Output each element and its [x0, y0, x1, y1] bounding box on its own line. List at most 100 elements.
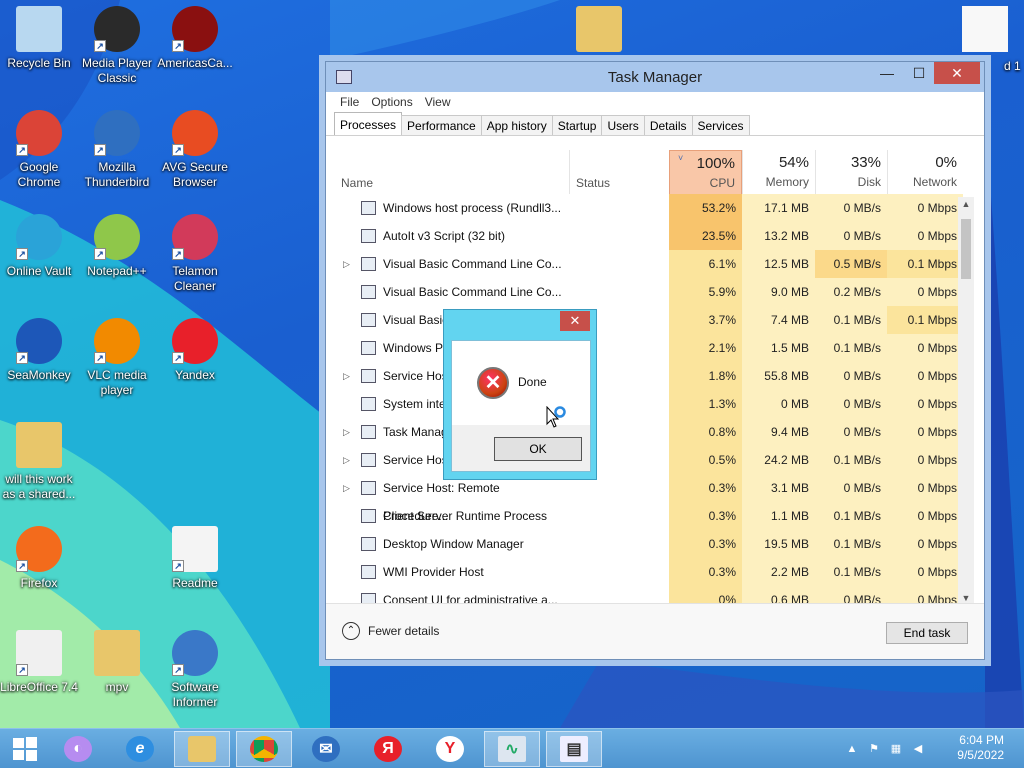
- column-header-network[interactable]: 0% Network: [887, 150, 963, 194]
- desktop-icon-6[interactable]: ↗ Online Vault: [0, 214, 78, 279]
- taskbar-task-manager[interactable]: ∿: [484, 731, 540, 767]
- desktop-icon-13[interactable]: ↗ Firefox: [0, 526, 78, 591]
- process-memory: 17.1 MB: [742, 194, 815, 222]
- desktop-icon-17[interactable]: ↗ Software Informer: [156, 630, 234, 710]
- clock[interactable]: 6:04 PM 9/5/2022: [957, 733, 1004, 763]
- table-row[interactable]: ▷ Service Hos 1.8% 55.8 MB 0 MB/s 0 Mbps: [333, 362, 963, 390]
- dialog-close-button[interactable]: ✕: [560, 311, 590, 331]
- shortcut-arrow-icon: ↗: [172, 248, 184, 260]
- menu-view[interactable]: View: [425, 92, 451, 112]
- desktop-icon-16[interactable]: mpv: [78, 630, 156, 695]
- process-cpu: 1.3%: [669, 390, 742, 418]
- taskbar-alice[interactable]: ◐: [50, 731, 106, 767]
- menu-file[interactable]: File: [340, 92, 359, 112]
- tab-startup[interactable]: Startup: [551, 115, 603, 135]
- table-row[interactable]: Desktop Window Manager 0.3% 19.5 MB 0.1 MB/…: [333, 530, 963, 558]
- network-icon[interactable]: ▦: [888, 741, 904, 757]
- desktop-icon-12[interactable]: will this work as a shared...: [0, 422, 78, 502]
- desktop-icon-8[interactable]: ↗ Telamon Cleaner: [156, 214, 234, 294]
- table-row[interactable]: Visual Basic 3.7% 7.4 MB 0.1 MB/s 0.1 Mbps: [333, 306, 963, 334]
- menu-options[interactable]: Options: [371, 92, 412, 112]
- table-row[interactable]: ▷ Service Hos 0.5% 24.2 MB 0.1 MB/s 0 Mbps: [333, 446, 963, 474]
- taskbar-chrome[interactable]: [236, 731, 292, 767]
- ok-button[interactable]: OK: [494, 437, 582, 461]
- desktop-file-top-right[interactable]: d 1: [946, 6, 1024, 73]
- scroll-up-icon[interactable]: ▲: [958, 199, 974, 209]
- yandex-browser-icon: ↗: [172, 318, 218, 364]
- table-row[interactable]: ▷ Service Host: Remote Procedure... 0.3% 3.…: [333, 474, 963, 523]
- table-row[interactable]: Windows host process (Rundll3... 53.2% 17.…: [333, 194, 963, 222]
- process-network: 0.1 Mbps: [887, 250, 963, 278]
- show-hidden-icons-icon[interactable]: ▲: [844, 741, 860, 757]
- table-row[interactable]: AutoIt v3 Script (32 bit) 23.5% 13.2 MB 0 M…: [333, 222, 963, 250]
- minimize-button[interactable]: —: [872, 62, 902, 84]
- desktop-icon-15[interactable]: ↗ LibreOffice 7.4: [0, 630, 78, 695]
- shortcut-arrow-icon: ↗: [172, 352, 184, 364]
- task-manager-window[interactable]: Task Manager — ☐ ✕ File Options View Proce…: [325, 61, 985, 660]
- process-network: 0 Mbps: [887, 474, 963, 502]
- action-center-flag-icon[interactable]: ⚑: [866, 741, 882, 757]
- table-row[interactable]: WMI Provider Host 0.3% 2.2 MB 0.1 MB/s 0 Mbp…: [333, 558, 963, 586]
- desktop-icon-14[interactable]: ↗ Readme: [156, 526, 234, 591]
- process-network: 0 Mbps: [887, 194, 963, 222]
- taskbar-yandex[interactable]: Y: [422, 731, 478, 767]
- tab-users[interactable]: Users: [601, 115, 645, 135]
- desktop-icon-label: Media Player Classic: [81, 56, 153, 85]
- table-row[interactable]: System inte 1.3% 0 MB 0 MB/s 0 Mbps: [333, 390, 963, 418]
- clock-date: 9/5/2022: [957, 748, 1004, 762]
- taskbar-explorer[interactable]: [174, 731, 230, 767]
- task-manager-titlebar[interactable]: Task Manager — ☐ ✕: [326, 62, 984, 92]
- taskbar-ie[interactable]: e: [112, 731, 168, 767]
- start-button[interactable]: [0, 731, 50, 767]
- table-row[interactable]: Visual Basic Command Line Co... 5.9% 9.0 M…: [333, 278, 963, 306]
- taskbar-yandex-browser[interactable]: Я: [360, 731, 416, 767]
- tab-services[interactable]: Services: [691, 115, 750, 135]
- tab-app-history[interactable]: App history: [480, 115, 553, 135]
- tab-details[interactable]: Details: [643, 115, 693, 135]
- scrollbar-thumb[interactable]: [961, 219, 971, 279]
- window-app-icon: ▤: [560, 736, 588, 762]
- scroll-down-icon[interactable]: ▼: [958, 593, 974, 603]
- table-row[interactable]: Windows P 2.1% 1.5 MB 0.1 MB/s 0 Mbps: [333, 334, 963, 362]
- shortcut-arrow-icon: ↗: [16, 144, 28, 156]
- desktop-icon-5[interactable]: ↗ AVG Secure Browser: [156, 110, 234, 190]
- end-task-button[interactable]: End task: [886, 622, 968, 644]
- desktop-icon-2[interactable]: ↗ AmericasCa...: [156, 6, 234, 71]
- column-header-disk[interactable]: 33% Disk: [815, 150, 887, 194]
- column-header-cpu[interactable]: ˅ 100% CPU: [669, 150, 742, 194]
- volume-muted-icon[interactable]: ◀: [910, 741, 926, 757]
- chrome-icon: ↗: [16, 110, 62, 156]
- column-header-memory[interactable]: 54% Memory: [742, 150, 815, 194]
- taskbar: ◐ e ✉ Я Y ∿ ▤ ▲ ⚑ ▦ ◀ 6:04 PM 9/5/2022: [0, 728, 1024, 768]
- desktop-icon-10[interactable]: ↗ VLC media player: [78, 318, 156, 398]
- table-row[interactable]: ▷ Task Manag 0.8% 9.4 MB 0 MB/s 0 Mbps: [333, 418, 963, 446]
- taskbar-thunderbird[interactable]: ✉: [298, 731, 354, 767]
- desktop-icon-7[interactable]: ↗ Notepad++: [78, 214, 156, 279]
- taskbar-autoit-window[interactable]: ▤: [546, 731, 602, 767]
- process-network: 0 Mbps: [887, 362, 963, 390]
- tab-performance[interactable]: Performance: [401, 115, 482, 135]
- vertical-scrollbar[interactable]: ▲ ▼: [958, 197, 974, 605]
- process-name: Visual Basic Command Line Co...: [383, 257, 562, 271]
- tab-processes[interactable]: Processes: [334, 112, 403, 135]
- yandex-icon: Y: [436, 736, 464, 762]
- desktop-icon-3[interactable]: ↗ Google Chrome: [0, 110, 78, 190]
- maximize-button[interactable]: ☐: [904, 62, 934, 84]
- column-header-name[interactable]: Name: [333, 150, 569, 194]
- table-row[interactable]: ▷ Visual Basic Command Line Co... 6.1% 12.5…: [333, 250, 963, 278]
- column-header-status[interactable]: Status: [569, 150, 669, 194]
- desktop-icon-0[interactable]: Recycle Bin: [0, 6, 78, 71]
- internet-explorer-icon: e: [126, 736, 154, 762]
- desktop-icon-label: Software Informer: [171, 680, 219, 709]
- table-row[interactable]: Client Server Runtime Process 0.3% 1.1 MB 0…: [333, 502, 963, 530]
- process-disk: 0 MB/s: [815, 418, 887, 446]
- desktop-icon-11[interactable]: ↗ Yandex: [156, 318, 234, 383]
- desktop-icon-9[interactable]: ↗ SeaMonkey: [0, 318, 78, 383]
- desktop-icon-label: SeaMonkey: [7, 368, 71, 382]
- desktop-icon-4[interactable]: ↗ Mozilla Thunderbird: [78, 110, 156, 190]
- close-button[interactable]: ✕: [934, 62, 980, 84]
- message-dialog[interactable]: ✕ ✕ Done OK: [443, 309, 597, 480]
- fewer-details-button[interactable]: ⌃ Fewer details: [342, 622, 439, 640]
- desktop-icon-1[interactable]: ↗ Media Player Classic: [78, 6, 156, 86]
- desktop-folder-top[interactable]: [560, 6, 638, 56]
